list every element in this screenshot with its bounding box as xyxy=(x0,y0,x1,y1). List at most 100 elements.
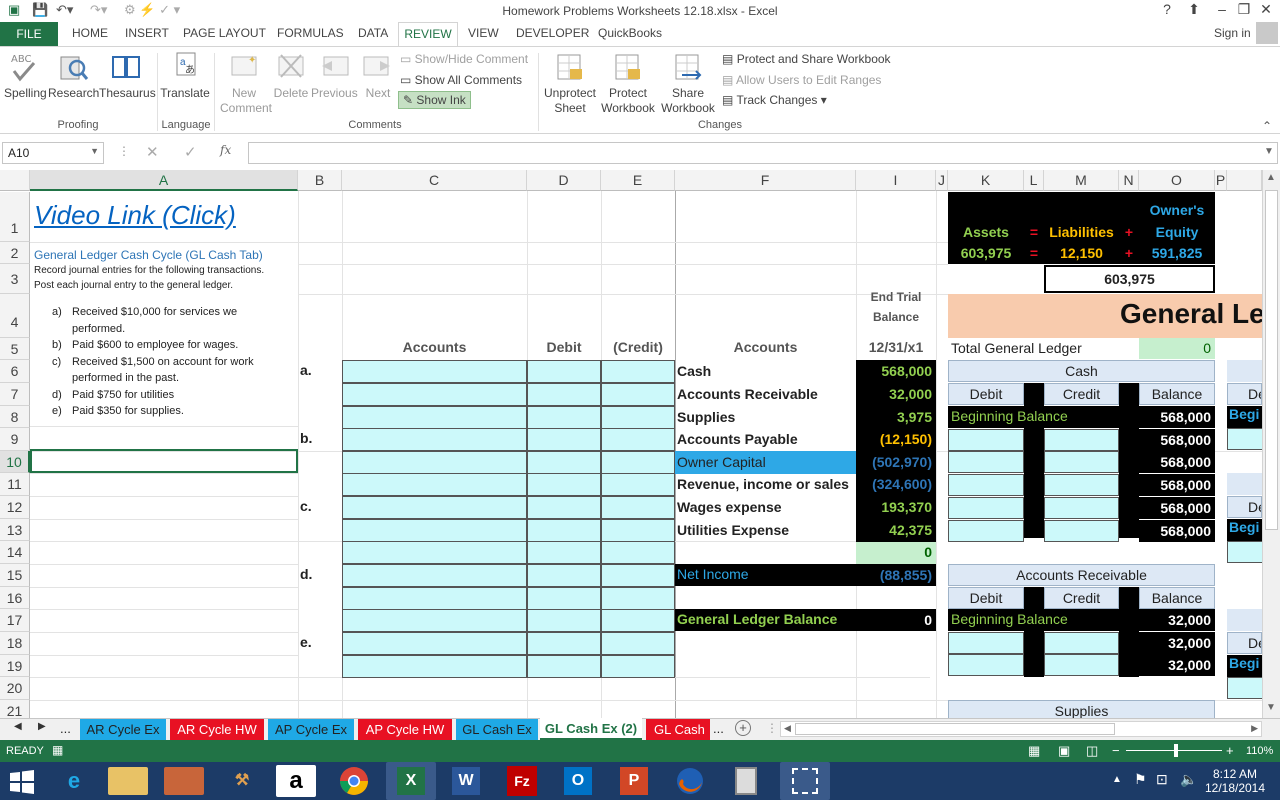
row-header[interactable]: 20 xyxy=(0,677,30,700)
expand-formula-icon[interactable]: ▼ xyxy=(1264,146,1274,157)
worksheet-grid[interactable]: A B C D E F I J K L M N O P 1 2 3 4 5 6 … xyxy=(0,170,1262,718)
ledger-input-cell[interactable] xyxy=(1044,519,1119,542)
journal-input-cell[interactable] xyxy=(342,632,527,655)
more-sheets-right[interactable]: ... xyxy=(713,721,724,736)
row-header[interactable]: 5 xyxy=(0,338,30,360)
row-header[interactable]: 14 xyxy=(0,541,30,564)
journal-input-cell[interactable] xyxy=(601,609,675,632)
show-ink-button[interactable]: ✎ Show Ink xyxy=(398,91,471,109)
journal-input-cell[interactable] xyxy=(601,587,675,610)
journal-input-cell[interactable] xyxy=(342,519,527,542)
row-header[interactable]: 13 xyxy=(0,519,30,541)
row-header[interactable]: 19 xyxy=(0,655,30,677)
translate-button[interactable]: aあ Translate xyxy=(160,51,210,101)
zoom-out-icon[interactable]: − xyxy=(1112,743,1120,758)
journal-input-cell[interactable] xyxy=(527,587,601,610)
show-all-comments-button[interactable]: ▭ Show All Comments xyxy=(400,73,522,87)
delete-comment-button[interactable]: Delete xyxy=(272,51,310,101)
row-header[interactable]: 10 xyxy=(0,451,30,473)
journal-input-cell[interactable] xyxy=(527,632,601,655)
snipping-icon[interactable] xyxy=(780,762,830,800)
row-header[interactable]: 4 xyxy=(0,294,30,338)
scroll-thumb[interactable] xyxy=(1265,190,1278,530)
protect-share-workbook-button[interactable]: ▤ Protect and Share Workbook xyxy=(722,52,891,66)
journal-input-cell[interactable] xyxy=(527,360,601,383)
journal-input-cell[interactable] xyxy=(527,473,601,496)
journal-input-cell[interactable] xyxy=(527,451,601,474)
macro-record-icon[interactable]: ▦ xyxy=(52,743,63,757)
tab-formulas[interactable]: FORMULAS xyxy=(277,26,344,40)
journal-input-cell[interactable] xyxy=(342,383,527,406)
journal-input-cell[interactable] xyxy=(342,428,527,451)
scroll-left-icon[interactable]: ◀ xyxy=(784,723,791,734)
column-header-f[interactable]: F xyxy=(675,170,856,191)
amazon-icon[interactable]: a xyxy=(276,765,316,797)
sheet-tab[interactable]: AR Cycle Ex xyxy=(80,719,166,740)
add-sheet-button[interactable]: + xyxy=(735,720,751,736)
journal-input-cell[interactable] xyxy=(601,632,675,655)
help-icon[interactable]: ? xyxy=(1155,1,1179,17)
sign-in-link[interactable]: Sign in xyxy=(1214,26,1251,40)
ledger-input-cell[interactable] xyxy=(948,631,1024,654)
avatar[interactable] xyxy=(1256,22,1278,44)
scroll-right-icon[interactable]: ▶ xyxy=(1251,723,1258,734)
sheet-tab[interactable]: AR Cycle HW xyxy=(170,719,264,740)
outlook-taskbar[interactable]: O xyxy=(556,765,600,797)
column-header-b[interactable]: B xyxy=(298,170,342,191)
ledger-input-cell[interactable] xyxy=(1044,654,1119,677)
word-taskbar[interactable]: W xyxy=(444,765,488,797)
allow-users-edit-ranges-button[interactable]: ▤ Allow Users to Edit Ranges xyxy=(722,73,881,87)
ledger-input-cell[interactable] xyxy=(1044,451,1119,474)
minimize-icon[interactable]: – xyxy=(1210,1,1234,17)
journal-input-cell[interactable] xyxy=(601,383,675,406)
restore-icon[interactable]: ❐ xyxy=(1232,1,1256,18)
close-icon[interactable]: ✕ xyxy=(1254,1,1278,18)
research-button[interactable]: Research xyxy=(48,51,99,101)
sheet-tab[interactable]: AP Cycle HW xyxy=(358,719,452,740)
network-icon[interactable]: ⊡ xyxy=(1156,771,1168,788)
column-header-e[interactable]: E xyxy=(601,170,675,191)
ledger-input-cell[interactable] xyxy=(948,519,1024,542)
next-comment-button[interactable]: Next xyxy=(360,51,396,101)
page-layout-view-icon[interactable]: ▣ xyxy=(1058,743,1070,759)
journal-input-cell[interactable] xyxy=(601,360,675,383)
column-header-a[interactable]: A xyxy=(30,170,298,191)
explorer-icon[interactable] xyxy=(108,767,148,795)
video-link[interactable]: Video Link (Click) xyxy=(34,200,236,231)
collapse-ribbon-icon[interactable]: ⌃ xyxy=(1262,119,1272,133)
zoom-level[interactable]: 110% xyxy=(1246,745,1273,757)
clock[interactable]: 8:12 AM 12/18/2014 xyxy=(1200,767,1270,795)
column-header-k[interactable]: K xyxy=(948,170,1024,191)
journal-input-cell[interactable] xyxy=(342,360,527,383)
ie-icon[interactable]: e xyxy=(52,765,96,797)
journal-input-cell[interactable] xyxy=(527,655,601,678)
formula-input[interactable] xyxy=(248,142,1278,164)
column-header-l[interactable]: L xyxy=(1024,170,1044,191)
row-header[interactable]: 9 xyxy=(0,428,30,451)
journal-input-cell[interactable] xyxy=(342,609,527,632)
column-header-p[interactable]: P xyxy=(1215,170,1227,191)
ledger-input-cell[interactable] xyxy=(948,428,1024,451)
tab-developer[interactable]: DEVELOPER xyxy=(516,26,589,40)
row-header[interactable]: 17 xyxy=(0,609,30,632)
insert-function-icon[interactable]: fx xyxy=(220,143,231,157)
flag-icon[interactable]: ⚑ xyxy=(1134,771,1147,788)
tab-insert[interactable]: INSERT xyxy=(125,26,169,40)
vertical-scrollbar[interactable]: ▲ ▼ xyxy=(1262,170,1280,718)
sheet-tab-active[interactable]: GL Cash Ex (2) xyxy=(540,718,642,740)
tool-icon[interactable]: ⚒ xyxy=(220,765,264,797)
journal-input-cell[interactable] xyxy=(527,609,601,632)
journal-input-cell[interactable] xyxy=(601,655,675,678)
cancel-icon[interactable]: ✕ xyxy=(146,143,159,161)
scroll-up-icon[interactable]: ▲ xyxy=(1266,172,1276,183)
firefox-icon[interactable] xyxy=(668,765,712,797)
journal-input-cell[interactable] xyxy=(342,473,527,496)
ledger-input-cell[interactable] xyxy=(1044,496,1119,519)
tab-data[interactable]: DATA xyxy=(358,26,388,40)
name-box[interactable]: A10 ▼ xyxy=(2,142,104,164)
volume-icon[interactable]: 🔈 xyxy=(1180,771,1197,788)
scroll-thumb[interactable] xyxy=(795,723,1115,735)
column-header-extra[interactable] xyxy=(1227,170,1262,191)
calculator-icon[interactable] xyxy=(724,765,768,797)
more-sheets-left[interactable]: ... xyxy=(60,721,71,736)
